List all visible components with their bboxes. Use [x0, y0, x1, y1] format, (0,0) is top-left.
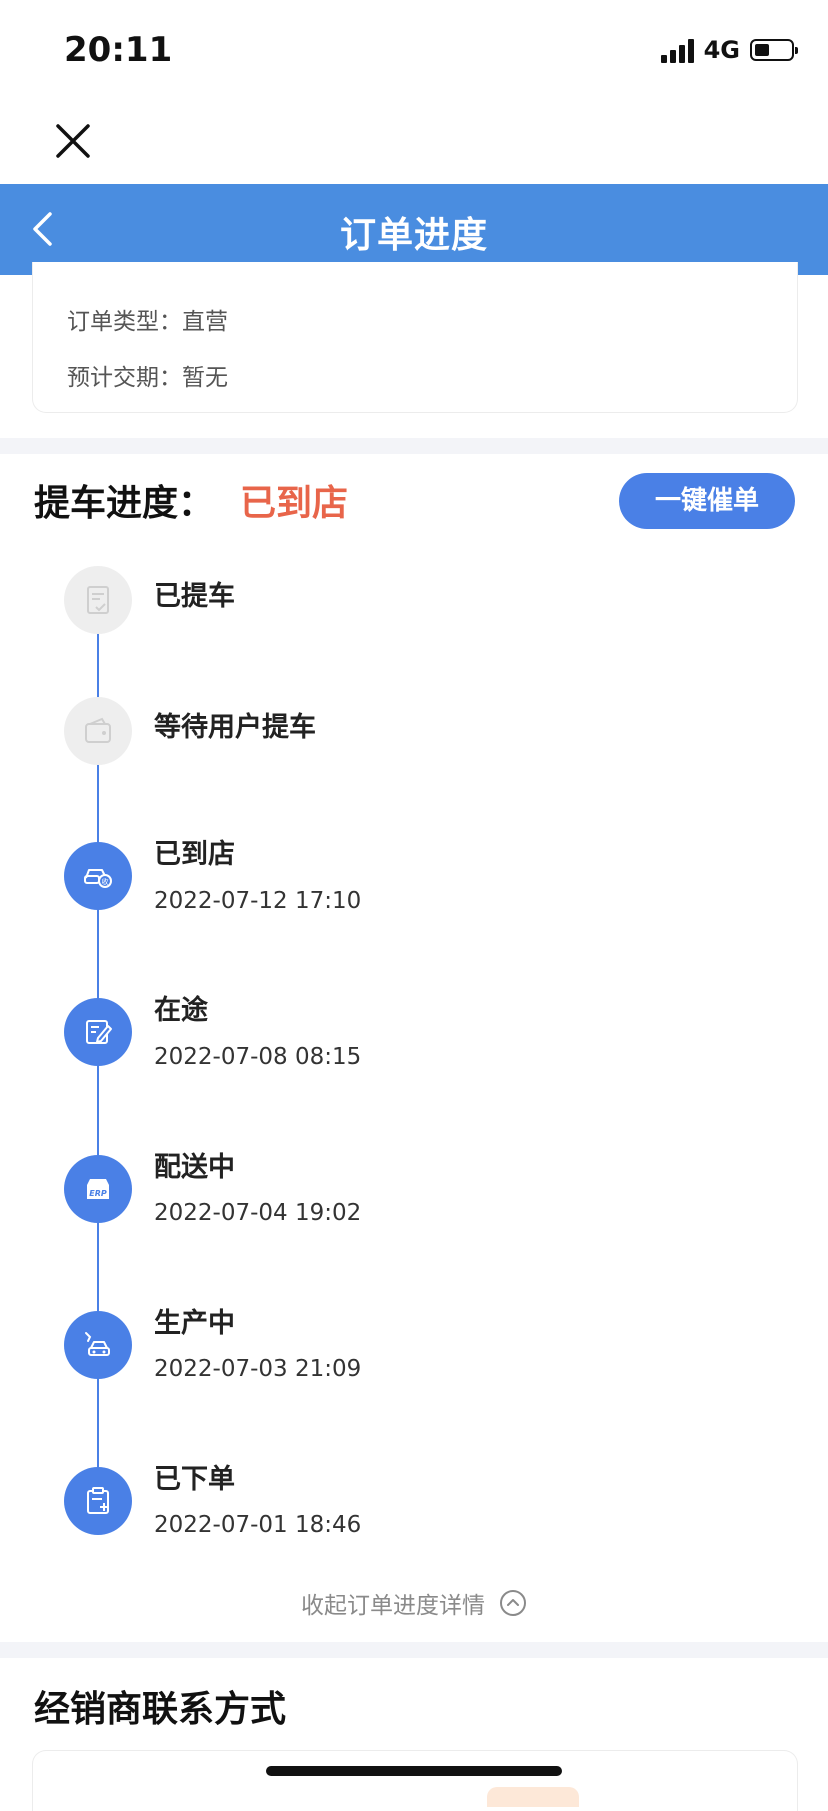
step-icon-waiting [64, 697, 132, 765]
step-icon-ordered [64, 1467, 132, 1535]
progress-status: 已到店 [240, 483, 349, 524]
car-received-icon: 收 [84, 869, 112, 888]
step-title-in-transit: 在途 [154, 995, 208, 1026]
step-title-delivering: 配送中 [154, 1152, 235, 1183]
step-icon-in-transit [64, 998, 132, 1066]
delivery-date-row: 预计交期：暂无 [67, 358, 228, 392]
order-type-row: 订单类型：直营 [67, 302, 228, 336]
status-time: 20:11 [64, 30, 173, 70]
close-row [0, 98, 828, 184]
document-check-icon [87, 586, 109, 614]
chevron-up-circle-icon [500, 1590, 526, 1616]
svg-text:收: 收 [102, 877, 109, 886]
dealer-contact-card [32, 1750, 798, 1811]
step-title-arrived: 已到店 [154, 839, 235, 870]
status-indicators: 4G [660, 36, 798, 64]
status-bar: 20:11 4G [0, 0, 828, 98]
delivery-date-value: 暂无 [182, 365, 228, 391]
close-button[interactable] [50, 118, 96, 164]
order-type-label: 订单类型： [67, 309, 182, 335]
close-icon [56, 124, 90, 158]
collapse-progress-label: 收起订单进度详情 [301, 1593, 485, 1619]
battery-icon [750, 39, 798, 61]
collapse-progress-toggle[interactable]: 收起订单进度详情 [0, 1586, 828, 1620]
clipboard-add-icon [87, 1487, 109, 1514]
step-time-ordered: 2022-07-01 18:46 [154, 1512, 362, 1538]
erp-box-icon: ERP [87, 1179, 109, 1199]
step-time-arrived: 2022-07-12 17:10 [154, 888, 362, 914]
step-title-picked-up: 已提车 [154, 581, 235, 612]
page-title: 订单进度 [339, 215, 488, 256]
car-production-icon [85, 1332, 110, 1356]
step-time-in-transit: 2022-07-08 08:15 [154, 1044, 362, 1070]
svg-text:ERP: ERP [89, 1189, 107, 1198]
progress-header: 提车进度： 已到店 [34, 474, 348, 526]
network-type: 4G [703, 36, 740, 64]
step-title-ordered: 已下单 [154, 1464, 235, 1495]
dealer-contact-title: 经销商联系方式 [34, 1689, 287, 1730]
edit-document-icon [86, 1020, 112, 1044]
step-time-producing: 2022-07-03 21:09 [154, 1356, 362, 1382]
signal-icon [660, 37, 694, 63]
step-icon-delivering: ERP [64, 1155, 132, 1223]
step-title-producing: 生产中 [154, 1308, 235, 1339]
delivery-date-label: 预计交期： [67, 365, 182, 391]
section-divider [0, 438, 828, 454]
section-divider [0, 1642, 828, 1658]
step-icon-producing [64, 1311, 132, 1379]
step-icon-picked-up [64, 566, 132, 634]
progress-label: 提车进度： [34, 483, 215, 524]
step-icon-arrived: 收 [64, 842, 132, 910]
step-time-delivering: 2022-07-04 19:02 [154, 1200, 362, 1226]
step-title-waiting: 等待用户提车 [154, 712, 316, 743]
order-info-card: 订单类型：直营 预计交期：暂无 [32, 262, 798, 413]
home-indicator [266, 1766, 562, 1776]
order-type-value: 直营 [182, 309, 228, 335]
urge-order-button[interactable]: 一键催单 [619, 473, 795, 529]
wallet-icon [85, 717, 111, 743]
dealer-badge [487, 1787, 579, 1807]
